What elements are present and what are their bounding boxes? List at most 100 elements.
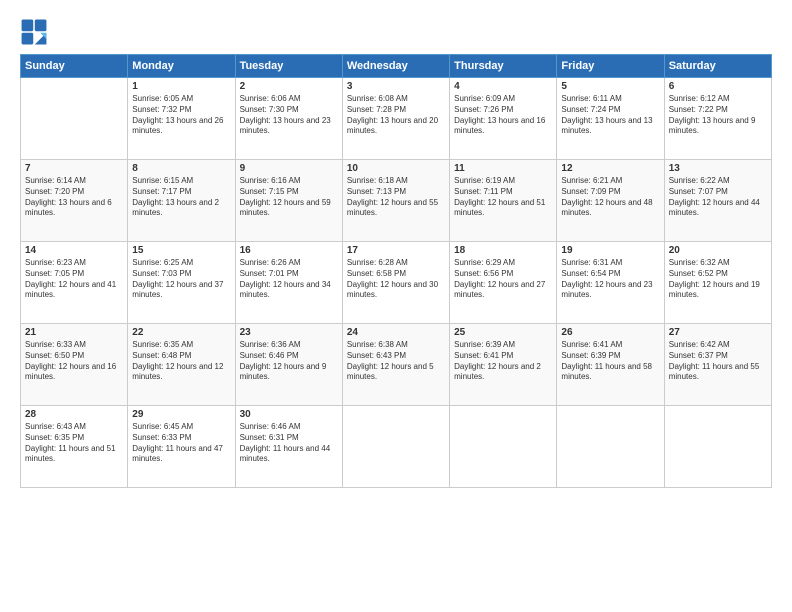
day-cell: 3 Sunrise: 6:08 AMSunset: 7:28 PMDayligh… (342, 78, 449, 160)
day-cell: 22 Sunrise: 6:35 AMSunset: 6:48 PMDaylig… (128, 324, 235, 406)
week-row-5: 28 Sunrise: 6:43 AMSunset: 6:35 PMDaylig… (21, 406, 772, 488)
day-cell: 25 Sunrise: 6:39 AMSunset: 6:41 PMDaylig… (450, 324, 557, 406)
day-info: Sunrise: 6:06 AMSunset: 7:30 PMDaylight:… (240, 94, 338, 137)
day-number: 7 (25, 163, 123, 174)
day-info: Sunrise: 6:16 AMSunset: 7:15 PMDaylight:… (240, 176, 338, 219)
day-number: 26 (561, 327, 659, 338)
day-info: Sunrise: 6:33 AMSunset: 6:50 PMDaylight:… (25, 340, 123, 383)
day-number: 10 (347, 163, 445, 174)
column-header-saturday: Saturday (664, 55, 771, 78)
day-number: 19 (561, 245, 659, 256)
day-cell: 21 Sunrise: 6:33 AMSunset: 6:50 PMDaylig… (21, 324, 128, 406)
day-cell: 16 Sunrise: 6:26 AMSunset: 7:01 PMDaylig… (235, 242, 342, 324)
day-cell: 30 Sunrise: 6:46 AMSunset: 6:31 PMDaylig… (235, 406, 342, 488)
logo-icon (20, 18, 48, 46)
day-info: Sunrise: 6:09 AMSunset: 7:26 PMDaylight:… (454, 94, 552, 137)
day-number: 16 (240, 245, 338, 256)
day-number: 6 (669, 81, 767, 92)
day-number: 30 (240, 409, 338, 420)
day-cell: 7 Sunrise: 6:14 AMSunset: 7:20 PMDayligh… (21, 160, 128, 242)
day-number: 1 (132, 81, 230, 92)
day-number: 23 (240, 327, 338, 338)
day-number: 21 (25, 327, 123, 338)
day-cell: 24 Sunrise: 6:38 AMSunset: 6:43 PMDaylig… (342, 324, 449, 406)
day-cell: 11 Sunrise: 6:19 AMSunset: 7:11 PMDaylig… (450, 160, 557, 242)
day-cell: 2 Sunrise: 6:06 AMSunset: 7:30 PMDayligh… (235, 78, 342, 160)
week-row-1: 1 Sunrise: 6:05 AMSunset: 7:32 PMDayligh… (21, 78, 772, 160)
day-cell: 1 Sunrise: 6:05 AMSunset: 7:32 PMDayligh… (128, 78, 235, 160)
day-cell: 20 Sunrise: 6:32 AMSunset: 6:52 PMDaylig… (664, 242, 771, 324)
column-header-tuesday: Tuesday (235, 55, 342, 78)
page-header (20, 18, 772, 46)
day-info: Sunrise: 6:45 AMSunset: 6:33 PMDaylight:… (132, 422, 230, 465)
day-number: 8 (132, 163, 230, 174)
day-cell: 6 Sunrise: 6:12 AMSunset: 7:22 PMDayligh… (664, 78, 771, 160)
day-info: Sunrise: 6:41 AMSunset: 6:39 PMDaylight:… (561, 340, 659, 383)
day-info: Sunrise: 6:26 AMSunset: 7:01 PMDaylight:… (240, 258, 338, 301)
day-number: 4 (454, 81, 552, 92)
day-cell: 27 Sunrise: 6:42 AMSunset: 6:37 PMDaylig… (664, 324, 771, 406)
day-number: 22 (132, 327, 230, 338)
day-number: 3 (347, 81, 445, 92)
day-cell: 5 Sunrise: 6:11 AMSunset: 7:24 PMDayligh… (557, 78, 664, 160)
day-number: 20 (669, 245, 767, 256)
header-row: SundayMondayTuesdayWednesdayThursdayFrid… (21, 55, 772, 78)
column-header-sunday: Sunday (21, 55, 128, 78)
day-number: 5 (561, 81, 659, 92)
column-header-friday: Friday (557, 55, 664, 78)
day-cell: 17 Sunrise: 6:28 AMSunset: 6:58 PMDaylig… (342, 242, 449, 324)
day-info: Sunrise: 6:14 AMSunset: 7:20 PMDaylight:… (25, 176, 123, 219)
day-cell: 13 Sunrise: 6:22 AMSunset: 7:07 PMDaylig… (664, 160, 771, 242)
day-info: Sunrise: 6:42 AMSunset: 6:37 PMDaylight:… (669, 340, 767, 383)
day-cell: 4 Sunrise: 6:09 AMSunset: 7:26 PMDayligh… (450, 78, 557, 160)
day-cell (342, 406, 449, 488)
day-cell (21, 78, 128, 160)
day-number: 15 (132, 245, 230, 256)
day-cell: 10 Sunrise: 6:18 AMSunset: 7:13 PMDaylig… (342, 160, 449, 242)
calendar-page: SundayMondayTuesdayWednesdayThursdayFrid… (0, 0, 792, 612)
day-info: Sunrise: 6:18 AMSunset: 7:13 PMDaylight:… (347, 176, 445, 219)
day-info: Sunrise: 6:25 AMSunset: 7:03 PMDaylight:… (132, 258, 230, 301)
day-cell (664, 406, 771, 488)
day-info: Sunrise: 6:43 AMSunset: 6:35 PMDaylight:… (25, 422, 123, 465)
day-number: 14 (25, 245, 123, 256)
logo (20, 18, 52, 46)
day-cell (557, 406, 664, 488)
day-info: Sunrise: 6:19 AMSunset: 7:11 PMDaylight:… (454, 176, 552, 219)
day-number: 27 (669, 327, 767, 338)
day-number: 25 (454, 327, 552, 338)
day-info: Sunrise: 6:12 AMSunset: 7:22 PMDaylight:… (669, 94, 767, 137)
day-info: Sunrise: 6:46 AMSunset: 6:31 PMDaylight:… (240, 422, 338, 465)
day-number: 11 (454, 163, 552, 174)
day-info: Sunrise: 6:22 AMSunset: 7:07 PMDaylight:… (669, 176, 767, 219)
day-cell: 18 Sunrise: 6:29 AMSunset: 6:56 PMDaylig… (450, 242, 557, 324)
day-cell: 23 Sunrise: 6:36 AMSunset: 6:46 PMDaylig… (235, 324, 342, 406)
calendar-table: SundayMondayTuesdayWednesdayThursdayFrid… (20, 54, 772, 488)
day-number: 18 (454, 245, 552, 256)
day-cell (450, 406, 557, 488)
day-info: Sunrise: 6:36 AMSunset: 6:46 PMDaylight:… (240, 340, 338, 383)
day-info: Sunrise: 6:21 AMSunset: 7:09 PMDaylight:… (561, 176, 659, 219)
day-number: 9 (240, 163, 338, 174)
day-number: 29 (132, 409, 230, 420)
week-row-2: 7 Sunrise: 6:14 AMSunset: 7:20 PMDayligh… (21, 160, 772, 242)
day-cell: 9 Sunrise: 6:16 AMSunset: 7:15 PMDayligh… (235, 160, 342, 242)
day-cell: 28 Sunrise: 6:43 AMSunset: 6:35 PMDaylig… (21, 406, 128, 488)
day-info: Sunrise: 6:08 AMSunset: 7:28 PMDaylight:… (347, 94, 445, 137)
column-header-wednesday: Wednesday (342, 55, 449, 78)
day-info: Sunrise: 6:38 AMSunset: 6:43 PMDaylight:… (347, 340, 445, 383)
day-info: Sunrise: 6:31 AMSunset: 6:54 PMDaylight:… (561, 258, 659, 301)
day-cell: 8 Sunrise: 6:15 AMSunset: 7:17 PMDayligh… (128, 160, 235, 242)
day-info: Sunrise: 6:28 AMSunset: 6:58 PMDaylight:… (347, 258, 445, 301)
day-cell: 14 Sunrise: 6:23 AMSunset: 7:05 PMDaylig… (21, 242, 128, 324)
column-header-monday: Monday (128, 55, 235, 78)
week-row-4: 21 Sunrise: 6:33 AMSunset: 6:50 PMDaylig… (21, 324, 772, 406)
day-info: Sunrise: 6:11 AMSunset: 7:24 PMDaylight:… (561, 94, 659, 137)
day-number: 12 (561, 163, 659, 174)
day-number: 2 (240, 81, 338, 92)
day-info: Sunrise: 6:39 AMSunset: 6:41 PMDaylight:… (454, 340, 552, 383)
day-info: Sunrise: 6:23 AMSunset: 7:05 PMDaylight:… (25, 258, 123, 301)
day-number: 13 (669, 163, 767, 174)
day-info: Sunrise: 6:05 AMSunset: 7:32 PMDaylight:… (132, 94, 230, 137)
day-cell: 19 Sunrise: 6:31 AMSunset: 6:54 PMDaylig… (557, 242, 664, 324)
